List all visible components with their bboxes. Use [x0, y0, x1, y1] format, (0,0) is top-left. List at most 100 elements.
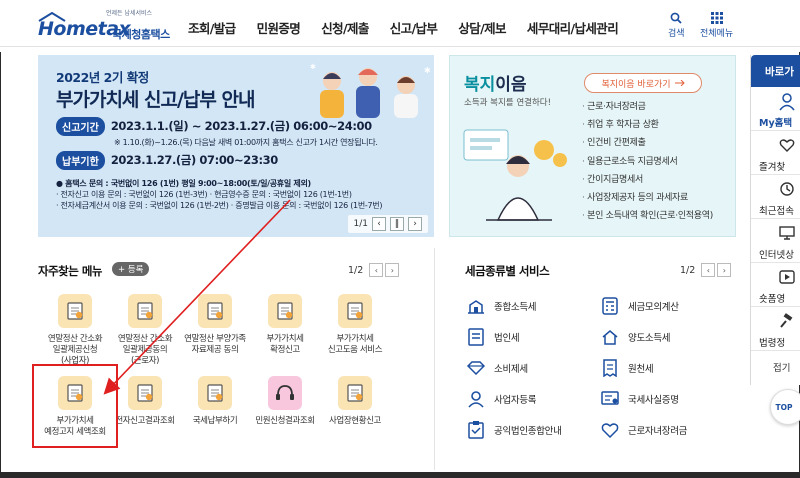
document-icon — [338, 294, 372, 328]
quick-fold-button[interactable]: 접기 — [773, 360, 790, 374]
logo-korean: 국세청홈택스 — [112, 28, 170, 41]
tax-service-item[interactable]: 국세사실증명 — [600, 389, 679, 409]
tax-service-item[interactable]: 사업자등록 — [466, 389, 537, 409]
clock-icon — [780, 182, 794, 196]
tax-service-label: 사업자등록 — [494, 395, 537, 406]
quick-label: 숏폼영 — [759, 294, 786, 305]
favorite-label: 전자신고결과조회 — [108, 416, 182, 427]
tax-service-item[interactable]: 원천세 — [600, 358, 654, 378]
favorite-label-line: 국세납부하기 — [192, 416, 238, 426]
quick-online-consult[interactable]: 인터넷상 — [751, 219, 800, 263]
search-icon — [670, 12, 682, 24]
favorite-item[interactable]: 민원신청결과조회 — [248, 376, 322, 427]
nav-inquiry[interactable]: 조회/발급 — [188, 18, 236, 37]
note-line: · 전자신고 이용 문의 : 국번없이 126 (1번-3번) · 현금영수증 … — [56, 190, 352, 199]
welfare-item[interactable]: 인건비 간편제출 — [582, 134, 713, 152]
favorite-item[interactable]: 사업장현황신고 — [318, 376, 392, 427]
search-button[interactable]: 검색 — [668, 12, 685, 39]
favorite-item[interactable]: 부가가치세 확정신고 — [248, 294, 322, 356]
main-nav: 조회/발급 민원증명 신청/제출 신고/납부 상담/제보 세무대리/납세관리 — [188, 18, 639, 37]
favorite-label-line: 자료제공 동의 — [191, 345, 239, 355]
favorite-label: 국세납부하기 — [178, 416, 252, 427]
nav-certificate[interactable]: 민원증명 — [257, 18, 301, 37]
quick-label: My홈택 — [759, 118, 793, 129]
favorites-add-button[interactable]: + 등록 — [112, 262, 150, 276]
favorite-label-line: 신고도움 서비스 — [327, 345, 383, 355]
quick-recent[interactable]: 최근접속 — [751, 175, 800, 219]
tax-service-item[interactable]: 양도소득세 — [600, 327, 671, 347]
favorites-next-button[interactable]: › — [385, 263, 400, 277]
favorite-item[interactable]: 국세납부하기 — [178, 376, 252, 427]
favorite-item[interactable]: 연말정산 간소화 일괄제공신청 (사업자) — [38, 294, 112, 367]
favorite-item[interactable]: 연말정산 간소화 일괄제공동의 (근로자) — [108, 294, 182, 367]
quick-menu-header[interactable]: 바로가 — [751, 55, 800, 87]
welfare-item[interactable]: 간이지급명세서 — [582, 171, 713, 189]
quick-my-hometax[interactable]: My홈택 — [751, 87, 800, 131]
favorite-label-line: 확정신고 — [270, 345, 300, 355]
welfare-item[interactable]: 취업 후 학자금 상환 — [582, 116, 713, 134]
tax-service-label: 양도소득세 — [628, 333, 671, 344]
deadline-row: 납부기한 2023.1.27.(금) 07:00~23:30 — [56, 150, 278, 170]
welfare-go-button[interactable]: 복지이음 바로가기 — [584, 73, 702, 93]
favorite-item[interactable]: 전자신고결과조회 — [108, 376, 182, 427]
tax-next-button[interactable]: › — [717, 263, 732, 277]
welfare-item[interactable]: 일용근로소득 지급명세서 — [582, 153, 713, 171]
tax-service-item[interactable]: 근로자녀장려금 — [600, 420, 687, 440]
nav-report-pay[interactable]: 신고/납부 — [390, 18, 438, 37]
quick-menu: 바로가 My홈택 즐겨찾 최근접속 인터넷상 숏폼영 법령정 접기 — [750, 55, 800, 385]
favorite-item[interactable]: 부가가치세 신고도움 서비스 — [318, 294, 392, 356]
svg-text:✱: ✱ — [310, 63, 316, 71]
banner-title: 부가가치세 신고/납부 안내 — [56, 89, 255, 111]
banner-pause-button[interactable]: ‖ — [390, 217, 404, 231]
favorite-label-line: (근로자) — [130, 356, 160, 366]
nav-apply[interactable]: 신청/제출 — [321, 18, 369, 37]
quick-law[interactable]: 법령정 — [751, 307, 800, 351]
favorite-label: 연말정산 간소화 일괄제공신청 (사업자) — [38, 334, 112, 367]
favorite-label-line: 부가가치세 — [336, 334, 374, 344]
quick-label: 법령정 — [759, 338, 786, 349]
welfare-item[interactable]: 근로·자녀장려금 — [582, 98, 713, 116]
tax-service-item[interactable]: 세금모의계산 — [600, 296, 679, 316]
tax-service-item[interactable]: 소비제세 — [466, 358, 528, 378]
document-icon — [268, 294, 302, 328]
tax-service-item[interactable]: 법인세 — [466, 327, 520, 347]
grid-menu-icon — [710, 12, 723, 24]
tax-prev-button[interactable]: ‹ — [701, 263, 716, 277]
section-divider — [434, 248, 435, 470]
favorites-prev-button[interactable]: ‹ — [369, 263, 384, 277]
all-menu-button[interactable]: 전체메뉴 — [700, 12, 733, 39]
favorites-pager: 1/2 ‹ › — [348, 263, 400, 277]
nav-agent[interactable]: 세무대리/납세관리 — [527, 18, 619, 37]
arrow-right-icon — [674, 80, 685, 86]
favorite-label-line: 일괄제공동의 — [122, 345, 168, 355]
gavel-icon — [780, 313, 793, 328]
document-icon — [58, 294, 92, 328]
tax-service-label: 세금모의계산 — [628, 302, 679, 313]
tax-service-label: 종합소득세 — [494, 302, 537, 313]
nav-consult[interactable]: 상담/제보 — [458, 18, 506, 37]
deadline-pill: 납부기한 — [56, 150, 105, 170]
welfare-title-accent: 복지 — [464, 75, 496, 95]
heart-icon — [600, 420, 620, 440]
favorite-item[interactable]: 연말정산 부양가족 자료제공 동의 — [178, 294, 252, 356]
welfare-item[interactable]: 본인 소득내역 확인(근로·인적용역) — [582, 207, 713, 225]
top-button[interactable]: TOP — [770, 389, 800, 425]
tax-service-item[interactable]: 종합소득세 — [466, 296, 537, 316]
tax-service-item[interactable]: 공익법인종합안내 — [466, 420, 562, 440]
play-icon — [779, 270, 795, 284]
quick-shortform[interactable]: 숏폼영 — [751, 263, 800, 307]
tax-service-page: 1/2 — [680, 264, 696, 276]
welfare-item[interactable]: 사업장제공자 등의 과세자료 — [582, 189, 713, 207]
document-icon — [338, 376, 372, 410]
document-icon — [466, 327, 486, 347]
welfare-list: 근로·자녀장려금 취업 후 학자금 상환 인건비 간편제출 일용근로소득 지급명… — [582, 98, 713, 225]
banner-prev-button[interactable]: ‹ — [372, 217, 386, 231]
quick-favorites[interactable]: 즐겨찾 — [751, 131, 800, 175]
vat-banner[interactable]: 2022년 2기 확정 부가가치세 신고/납부 안내 ✱ ✱ 신고기간 2023.… — [38, 55, 434, 237]
banner-next-button[interactable]: › — [408, 217, 422, 231]
favorite-label: 연말정산 부양가족 자료제공 동의 — [178, 334, 252, 356]
hometax-logo[interactable]: 언제든 납세서비스 Hometax 국세청홈택스 — [36, 8, 176, 48]
svg-text:✱: ✱ — [424, 66, 431, 75]
period-pill: 신고기간 — [56, 116, 105, 136]
monitor-icon — [779, 226, 795, 240]
